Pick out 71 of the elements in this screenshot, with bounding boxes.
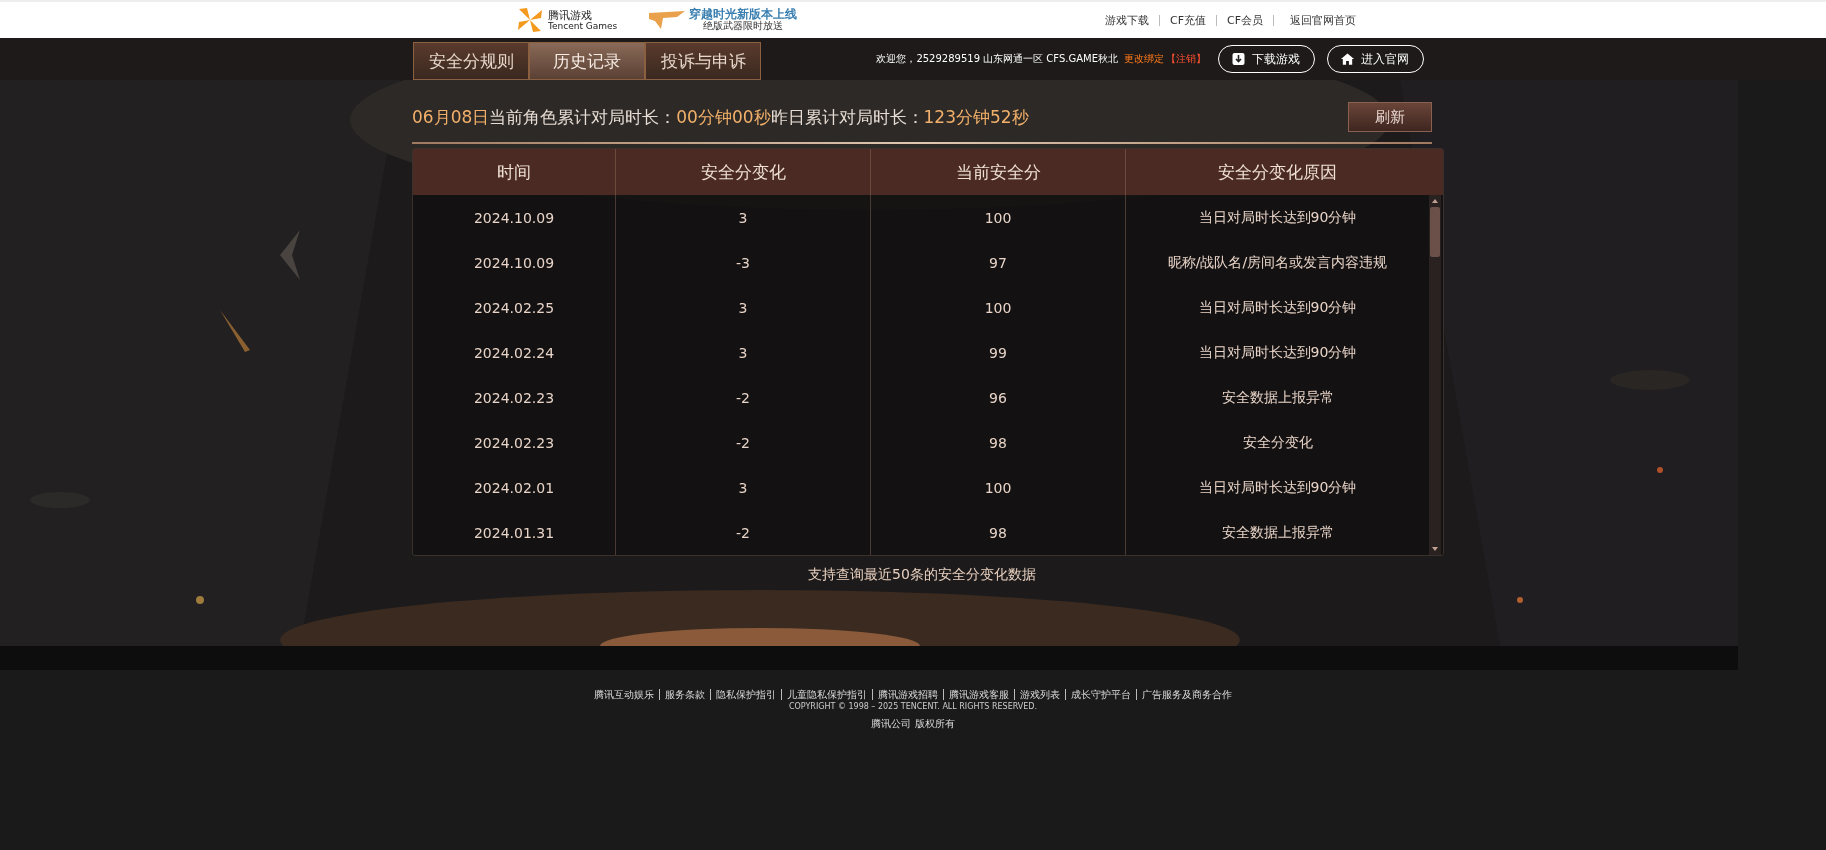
table-cell: 98 xyxy=(871,420,1126,465)
logo-title: 腾讯游戏 xyxy=(548,9,593,21)
table-cell-text: 昵称/战队名/房间名或发言内容违规 xyxy=(1166,252,1389,272)
table-cell: 2024.10.09 xyxy=(413,195,616,240)
nav-tab[interactable]: 安全分规则 xyxy=(413,42,529,80)
table-cell: 2024.02.23 xyxy=(413,420,616,465)
table-cell: 100 xyxy=(871,285,1126,330)
table-cell: 3 xyxy=(616,285,871,330)
table-cell: 3 xyxy=(616,330,871,375)
home-icon xyxy=(1340,52,1355,66)
copyright-text: COPYRIGHT © 1998 – 2025 TENCENT. ALL RIGHTS RESERVED. xyxy=(788,702,1038,711)
change-binding-link[interactable]: 更改绑定 xyxy=(1124,52,1164,66)
scrollbar[interactable] xyxy=(1429,195,1441,555)
table-cell: 96 xyxy=(871,375,1126,420)
table-cell: -2 xyxy=(616,375,871,420)
table-cell: 2024.02.01 xyxy=(413,465,616,510)
query-note: 支持查询最近50条的安全分变化数据 xyxy=(807,566,1037,584)
table-cell: 2024.02.24 xyxy=(413,330,616,375)
table-cell-text: 当日对局时长达到90分钟 xyxy=(1197,297,1358,317)
download-icon xyxy=(1231,52,1246,66)
welcome-text: 欢迎您，2529289519 山东网通一区 CFS.GAME秋北 xyxy=(876,52,1118,66)
top-link[interactable]: 游戏下载 xyxy=(1094,14,1160,26)
footer-link[interactable]: 腾讯游戏客服 xyxy=(943,689,1014,700)
column-header: 时间 xyxy=(413,149,616,195)
nav-tab[interactable]: 历史记录 xyxy=(529,42,645,80)
table-cell-text: 安全分变化 xyxy=(1241,432,1314,452)
table-cell: 2024.02.25 xyxy=(413,285,616,330)
column-header: 安全分变化 xyxy=(616,149,871,195)
footer-link[interactable]: 隐私保护指引 xyxy=(710,689,781,700)
play-time-summary: 06月08日 当前角色累计对局时长：00分钟00秒昨日累计对局时长：123分钟52秒 xyxy=(412,105,1029,129)
refresh-button[interactable]: 刷新 xyxy=(1348,102,1432,132)
table-cell: 3 xyxy=(616,195,871,240)
scroll-up-icon[interactable] xyxy=(1431,198,1439,204)
footer-link[interactable]: 儿童隐私保护指引 xyxy=(781,689,872,700)
table-cell: 3 xyxy=(616,465,871,510)
home-link[interactable]: 返回官网首页 xyxy=(1290,12,1356,28)
table-cell: 97 xyxy=(871,240,1126,285)
table-cell: 2024.01.31 xyxy=(413,510,616,555)
footer-link[interactable]: 腾讯游戏招聘 xyxy=(872,689,943,700)
footer-link[interactable]: 腾讯互动娱乐 xyxy=(589,689,659,700)
pinwheel-logo-icon xyxy=(515,5,545,35)
table-cell: 98 xyxy=(871,510,1126,555)
table-cell-text: 安全数据上报异常 xyxy=(1220,522,1335,542)
scrollbar-thumb[interactable] xyxy=(1430,207,1440,257)
table-cell: 2024.10.09 xyxy=(413,240,616,285)
top-link[interactable]: CF充值 xyxy=(1159,14,1217,26)
table-cell: 99 xyxy=(871,330,1126,375)
top-link[interactable]: CF会员 xyxy=(1217,14,1274,26)
column-header: 安全分变化原因 xyxy=(1217,160,1338,184)
table-cell: -3 xyxy=(616,240,871,285)
promo-headline[interactable]: 穿越时光新版本上线 xyxy=(689,8,798,22)
nav-tab[interactable]: 投诉与申诉 xyxy=(645,42,761,80)
promo-subline[interactable]: 绝版武器限时放送 xyxy=(703,21,784,32)
table-cell-text: 安全数据上报异常 xyxy=(1220,387,1335,407)
table-cell: -2 xyxy=(616,510,871,555)
table-cell: 2024.02.23 xyxy=(413,375,616,420)
table-cell-text: 当日对局时长达到90分钟 xyxy=(1197,207,1358,227)
logo-subtitle: Tencent Games xyxy=(548,21,618,31)
scroll-down-icon[interactable] xyxy=(1431,546,1439,552)
footer-link[interactable]: 成长守护平台 xyxy=(1065,689,1136,700)
footer-link[interactable]: 广告服务及商务合作 xyxy=(1136,689,1237,700)
table-cell-text: 当日对局时长达到90分钟 xyxy=(1197,342,1358,362)
column-header: 当前安全分 xyxy=(871,149,1126,195)
table-cell: 100 xyxy=(871,465,1126,510)
logout-link[interactable]: 【注销】 xyxy=(1166,52,1206,66)
footer-link[interactable]: 游戏列表 xyxy=(1014,689,1065,700)
table-cell: -2 xyxy=(616,420,871,465)
footer-link[interactable]: 服务条款 xyxy=(659,689,710,700)
table-cell-text: 当日对局时长达到90分钟 xyxy=(1197,477,1358,497)
company-text: 腾讯公司 版权所有 xyxy=(871,717,955,731)
table-cell: 100 xyxy=(871,195,1126,240)
